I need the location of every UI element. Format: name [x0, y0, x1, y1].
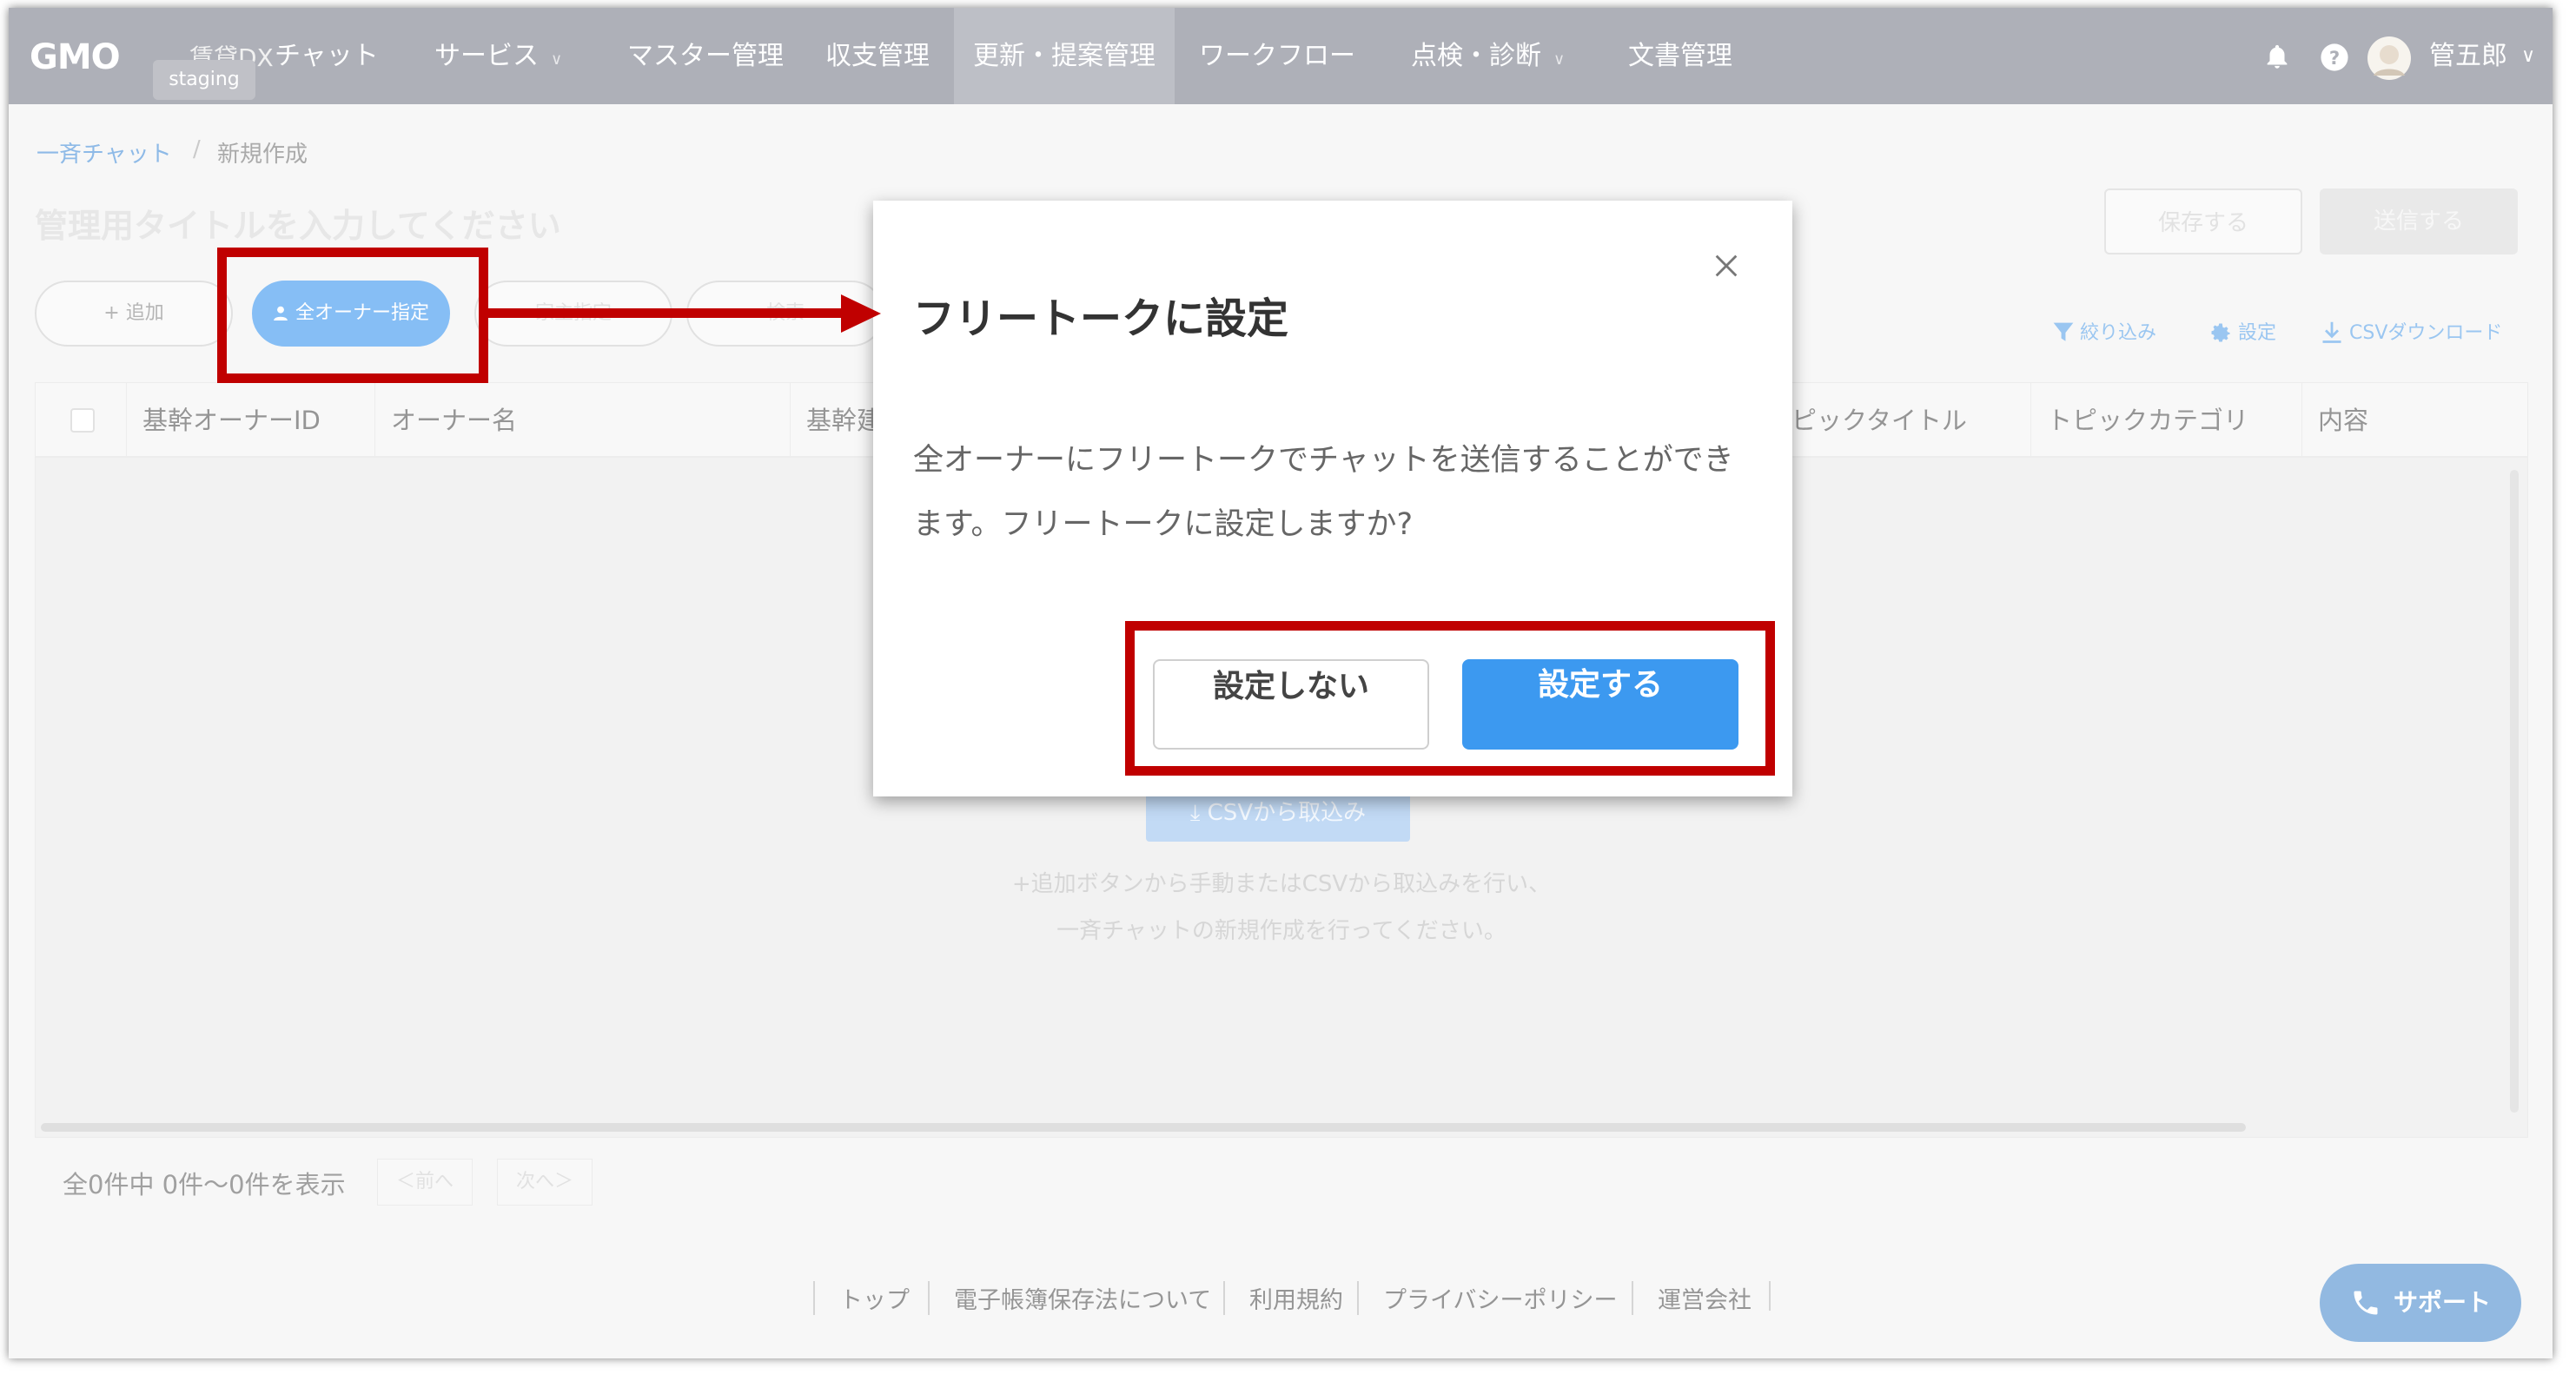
- close-icon[interactable]: [1712, 251, 1741, 281]
- annotation-arrow: [488, 294, 881, 333]
- dialog-title: フリートークに設定: [913, 294, 1289, 343]
- annotation-highlight-dialog-buttons: [1125, 621, 1775, 776]
- annotation-highlight-all-owners: [217, 248, 488, 383]
- app-window: GMO 賃貸DX staging チャット サービス ∨ マスター管理 収支管理 …: [9, 8, 2553, 1358]
- dialog-message: 全オーナーにフリートークでチャットを送信することができます。フリートークに設定し…: [913, 443, 1734, 542]
